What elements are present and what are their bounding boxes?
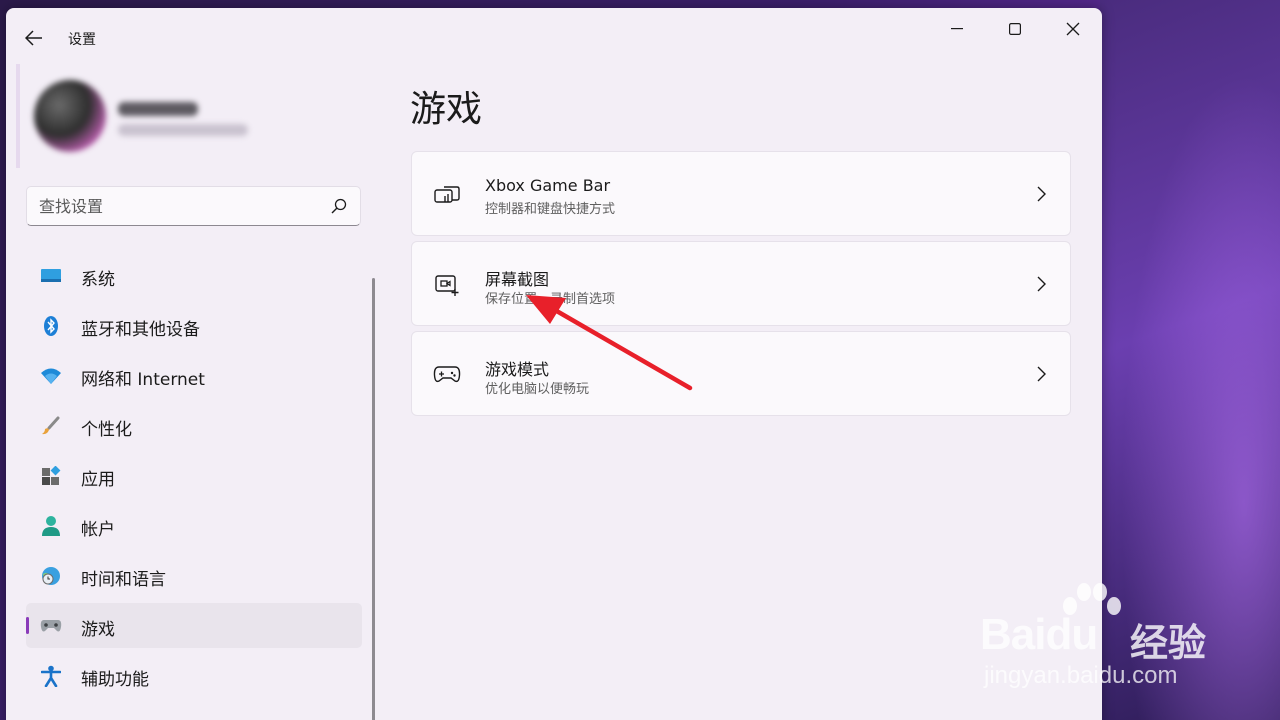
sidebar-scrollbar[interactable] <box>372 278 375 720</box>
game-bar-icon <box>432 180 462 210</box>
sidebar-item-bluetooth[interactable]: 蓝牙和其他设备 <box>26 303 362 348</box>
title-bar: 设置 <box>6 8 1102 48</box>
card-xbox-game-bar[interactable]: Xbox Game Bar 控制器和键盘快捷方式 <box>411 151 1071 236</box>
sidebar-item-accounts[interactable]: 帐户 <box>26 503 362 548</box>
sidebar-item-label: 个性化 <box>81 420 132 440</box>
sidebar-nav: 系统 蓝牙和其他设备 网络和 Internet 个性化 应用 帐户 时间和语言 … <box>26 253 362 703</box>
maximize-button[interactable] <box>992 14 1038 44</box>
avatar <box>34 80 106 152</box>
sidebar-item-label: 网络和 Internet <box>81 370 205 390</box>
back-arrow-icon <box>25 30 42 46</box>
user-profile[interactable] <box>16 64 256 168</box>
bluetooth-icon <box>40 315 62 337</box>
sidebar-item-apps[interactable]: 应用 <box>26 453 362 498</box>
minimize-icon <box>951 28 963 30</box>
watermark-cn: 经验 <box>1130 621 1207 665</box>
sidebar-item-accessibility[interactable]: 辅助功能 <box>26 653 362 698</box>
card-title: 屏幕截图 <box>485 270 550 289</box>
search-input[interactable] <box>39 187 319 225</box>
sidebar-item-label: 蓝牙和其他设备 <box>81 320 200 340</box>
card-captures[interactable]: 屏幕截图 保存位置，录制首选项 <box>411 241 1071 326</box>
profile-accent-bar <box>16 64 20 168</box>
active-indicator <box>26 617 29 634</box>
sidebar-item-label: 时间和语言 <box>81 570 166 590</box>
globe-clock-icon <box>40 565 62 587</box>
blurred-email <box>118 124 248 136</box>
person-icon <box>40 515 62 537</box>
card-title: Xbox Game Bar <box>485 176 611 195</box>
gamepad-icon <box>40 615 62 637</box>
page-title: 游戏 <box>410 89 483 130</box>
accessibility-icon <box>40 665 62 687</box>
sidebar-item-system[interactable]: 系统 <box>26 253 362 298</box>
chevron-right-icon <box>1034 364 1048 384</box>
blurred-username <box>118 102 198 116</box>
card-title: 游戏模式 <box>485 360 550 379</box>
baidu-jingyan-watermark: Baidu 经验 jingyan.baidu.com <box>980 580 1270 700</box>
controller-icon <box>432 360 462 390</box>
sidebar-item-label: 应用 <box>81 470 115 490</box>
search-box[interactable] <box>26 186 361 226</box>
sidebar-item-label: 辅助功能 <box>81 670 149 690</box>
sidebar-item-label: 游戏 <box>81 620 115 640</box>
card-subtitle: 控制器和键盘快捷方式 <box>485 202 616 217</box>
chevron-right-icon <box>1034 184 1048 204</box>
capture-icon <box>432 270 462 300</box>
app-title: 设置 <box>68 32 96 48</box>
close-button[interactable] <box>1050 14 1096 44</box>
sidebar-item-label: 系统 <box>81 270 115 290</box>
watermark-logo: Baidu <box>980 610 1098 659</box>
brush-icon <box>40 415 62 437</box>
sidebar-item-time-language[interactable]: 时间和语言 <box>26 553 362 598</box>
minimize-button[interactable] <box>934 14 980 44</box>
watermark-url: jingyan.baidu.com <box>984 662 1178 689</box>
maximize-icon <box>1009 23 1021 35</box>
chevron-right-icon <box>1034 274 1048 294</box>
card-subtitle: 保存位置，录制首选项 <box>485 292 616 307</box>
card-subtitle: 优化电脑以便畅玩 <box>485 382 590 397</box>
close-icon <box>1066 22 1080 36</box>
card-game-mode[interactable]: 游戏模式 优化电脑以便畅玩 <box>411 331 1071 416</box>
apps-icon <box>40 465 62 487</box>
sidebar-item-gaming[interactable]: 游戏 <box>26 603 362 648</box>
settings-cards: Xbox Game Bar 控制器和键盘快捷方式 屏幕截图 保存位置，录制首选项… <box>411 151 1071 421</box>
sidebar-item-personalization[interactable]: 个性化 <box>26 403 362 448</box>
back-button[interactable] <box>20 24 48 52</box>
settings-window: 设置 系统 <box>6 8 1102 720</box>
wifi-icon <box>40 365 62 387</box>
monitor-icon <box>40 265 62 287</box>
search-icon[interactable] <box>330 197 348 215</box>
sidebar-item-network[interactable]: 网络和 Internet <box>26 353 362 398</box>
sidebar-item-label: 帐户 <box>81 520 115 540</box>
